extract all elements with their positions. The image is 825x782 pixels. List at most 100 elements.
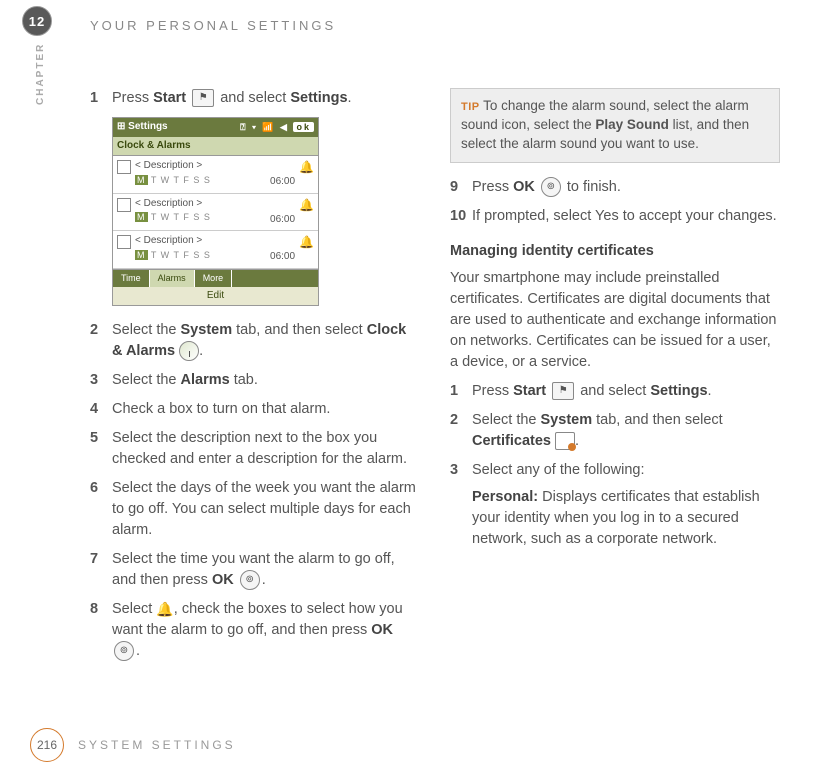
step-number: 3 xyxy=(450,460,472,550)
text: and select xyxy=(576,383,650,399)
cert-step-1-text: Press Start ⚑ and select Settings. xyxy=(472,381,712,402)
step-number: 1 xyxy=(90,88,112,109)
text: and select xyxy=(216,90,290,106)
bold: Settings xyxy=(290,90,347,106)
tip-label: TIP xyxy=(461,101,480,113)
alarm-checkbox[interactable] xyxy=(117,160,131,174)
cert-step-3-text: Select any of the following: Personal: D… xyxy=(472,460,780,550)
windows-flag-icon: ⊞ xyxy=(117,121,125,132)
screenshot-tabs: Time Alarms More xyxy=(113,269,318,287)
bold: OK xyxy=(371,622,393,638)
alarm-time: 06:00 xyxy=(270,250,295,265)
page-number: 216 xyxy=(30,728,64,762)
chapter-number-badge: 12 xyxy=(22,6,52,36)
step-10-text: If prompted, select Yes to accept your c… xyxy=(472,206,777,227)
alarm-time: 06:00 xyxy=(270,213,295,228)
ok-button-icon: ⊚ xyxy=(541,177,561,197)
alarm-description: < Description > xyxy=(135,197,270,212)
start-flag-icon: ⚑ xyxy=(192,89,214,107)
step-2-text: Select the System tab, and then select C… xyxy=(112,320,420,362)
text: Press xyxy=(472,383,513,399)
day-on: M xyxy=(135,212,148,222)
bold: Start xyxy=(513,383,546,399)
screenshot-titlebar: ⊞ Settings ⍰ ▾ 📶 ◀ ok xyxy=(113,118,318,137)
alarm-row: < Description > M T W T F S S 06:00 🔔 xyxy=(113,156,318,194)
alarm-description: < Description > xyxy=(135,234,270,249)
tab-more[interactable]: More xyxy=(195,270,233,287)
text: tab. xyxy=(230,372,258,388)
text: Select any of the following: xyxy=(472,462,645,478)
day-on: M xyxy=(135,175,148,185)
days-rest: T W T F S S xyxy=(151,212,211,222)
text: Select the xyxy=(472,412,541,428)
start-flag-icon: ⚑ xyxy=(552,382,574,400)
text: Select the xyxy=(112,372,181,388)
step-number: 9 xyxy=(450,177,472,198)
tab-time[interactable]: Time xyxy=(113,270,150,287)
step-3-text: Select the Alarms tab. xyxy=(112,370,258,391)
chapter-vertical-label: CHAPTER xyxy=(35,43,46,105)
step-8-text: Select 🔔, check the boxes to select how … xyxy=(112,599,420,662)
right-column: TIP To change the alarm sound, select th… xyxy=(450,88,780,670)
bold: OK xyxy=(513,179,535,195)
bell-icon: 🔔 xyxy=(299,159,314,176)
bold: System xyxy=(541,412,593,428)
step-1-text: Press Start ⚑ and select Settings. xyxy=(112,88,352,109)
alarm-row: < Description > M T W T F S S 06:00 🔔 xyxy=(113,194,318,232)
alarm-bell-icon: 🔔 xyxy=(156,599,173,619)
step-number: 10 xyxy=(450,206,472,227)
bold: Personal: xyxy=(472,489,538,505)
screenshot-subtitle: Clock & Alarms xyxy=(113,137,318,157)
step-9-text: Press OK ⊚ to finish. xyxy=(472,177,621,198)
alarm-time: 06:00 xyxy=(270,175,295,190)
step-4-text: Check a box to turn on that alarm. xyxy=(112,399,330,420)
step-number: 4 xyxy=(90,399,112,420)
text: . xyxy=(136,643,140,659)
step-number: 3 xyxy=(90,370,112,391)
step-number: 6 xyxy=(90,478,112,541)
text: tab, and then select xyxy=(232,322,367,338)
step-number: 2 xyxy=(450,410,472,452)
step-number: 8 xyxy=(90,599,112,662)
text: . xyxy=(262,572,266,588)
step-number: 2 xyxy=(90,320,112,362)
tab-alarms[interactable]: Alarms xyxy=(150,270,195,287)
step-number: 1 xyxy=(450,381,472,402)
bell-icon: 🔔 xyxy=(299,234,314,251)
certificates-paragraph: Your smartphone may include preinstalled… xyxy=(450,268,780,373)
text: Press xyxy=(112,90,153,106)
step-7-text: Select the time you want the alarm to go… xyxy=(112,549,420,591)
step-6-text: Select the days of the week you want the… xyxy=(112,478,420,541)
ok-button-icon: ⊚ xyxy=(240,570,260,590)
status-icons: ⍰ ▾ 📶 ◀ ok xyxy=(240,121,314,134)
bold: Play Sound xyxy=(595,117,669,132)
step-5-text: Select the description next to the box y… xyxy=(112,428,420,470)
text: to finish. xyxy=(563,179,621,195)
page-footer: 216 SYSTEM SETTINGS xyxy=(30,728,236,762)
section-title: YOUR PERSONAL SETTINGS xyxy=(90,18,780,33)
clock-alarms-screenshot: ⊞ Settings ⍰ ▾ 📶 ◀ ok Clock & Alarms < D… xyxy=(112,117,319,306)
text: Select xyxy=(112,601,156,617)
text: . xyxy=(348,90,352,106)
tip-box: TIP To change the alarm sound, select th… xyxy=(450,88,780,163)
bold: System xyxy=(181,322,233,338)
text: Select the xyxy=(112,322,181,338)
bold: Certificates xyxy=(472,433,551,449)
clock-alarms-icon xyxy=(179,341,199,361)
screenshot-softkey[interactable]: Edit xyxy=(113,287,318,306)
left-column: 1 Press Start ⚑ and select Settings. ⊞ S… xyxy=(90,88,420,670)
footer-section-label: SYSTEM SETTINGS xyxy=(78,738,236,752)
text: . xyxy=(708,383,712,399)
bold: Start xyxy=(153,90,186,106)
alarm-row: < Description > M T W T F S S 06:00 🔔 xyxy=(113,231,318,269)
alarm-checkbox[interactable] xyxy=(117,198,131,212)
step-number: 5 xyxy=(90,428,112,470)
text: Press xyxy=(472,179,513,195)
cert-step-2-text: Select the System tab, and then select C… xyxy=(472,410,780,452)
window-title: Settings xyxy=(128,121,167,132)
step-number: 7 xyxy=(90,549,112,591)
alarm-checkbox[interactable] xyxy=(117,235,131,249)
bold: Alarms xyxy=(181,372,230,388)
day-on: M xyxy=(135,250,148,260)
bold: OK xyxy=(212,572,234,588)
